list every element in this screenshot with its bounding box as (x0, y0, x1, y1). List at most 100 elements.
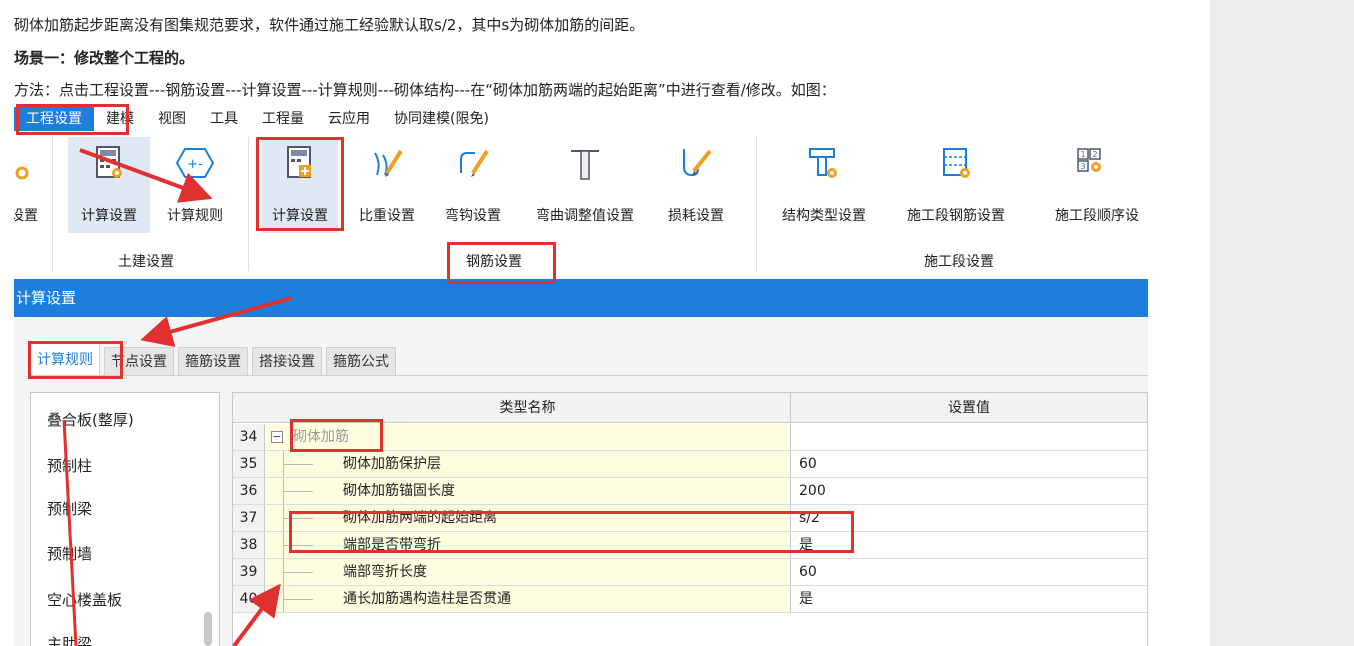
tab-bar: 计算规则 节点设置 箍筋设置 搭接设置 箍筋公式 (30, 343, 400, 375)
ribbon-toolbar: 设置 计算设置 +- 计算规则 土建设置 计算设置 比重设置 弯钩设置 弯曲调整… (14, 131, 1148, 279)
setting-name: 端部弯折长度 (343, 564, 427, 580)
partial-settings-label: 设置 (14, 208, 38, 224)
setting-name: 通长加筋遇构造柱是否贯通 (343, 591, 511, 607)
table-row-group[interactable]: 34 − 砌体加筋 (233, 424, 1147, 451)
list-item[interactable]: 空心楼盖板 (47, 589, 122, 610)
seg-order-button[interactable]: 1 2 3 施工段顺序设 (1032, 137, 1148, 233)
row-number: 40 (233, 586, 265, 612)
name-cell: 端部弯折长度 (265, 559, 791, 585)
menu-tools[interactable]: 工具 (198, 107, 250, 131)
tujian-calc-settings-button[interactable]: 计算设置 (68, 137, 150, 233)
setting-value[interactable]: 是 (791, 586, 1147, 612)
rebar-calculator-icon (278, 141, 322, 185)
menubar: 工程设置 建模 视图 工具 工程量 云应用 协同建模(限免) (14, 107, 501, 131)
seg-order-label: 施工段顺序设 (1055, 208, 1139, 224)
menu-view[interactable]: 视图 (146, 107, 198, 131)
doc-scenario-heading: 场景一：修改整个工程的。 (14, 49, 195, 67)
setting-value[interactable]: 60 (791, 559, 1147, 585)
name-cell: 端部是否带弯折 (265, 532, 791, 558)
dialog-title-bar: 计算设置 (14, 279, 1148, 317)
table-row[interactable]: 39 端部弯折长度 60 (233, 559, 1147, 586)
name-cell: 砌体加筋保护层 (265, 451, 791, 477)
setting-value[interactable]: 是 (791, 532, 1147, 558)
tujian-calc-rules-button[interactable]: +- 计算规则 (154, 137, 236, 233)
seg-rebar-icon (934, 141, 978, 185)
list-item[interactable]: 预制梁 (47, 498, 92, 519)
menu-modeling[interactable]: 建模 (94, 107, 146, 131)
setting-name: 砌体加筋锚固长度 (343, 483, 455, 499)
loss-settings-label: 损耗设置 (668, 208, 724, 224)
table-row[interactable]: 37 砌体加筋两端的起始距离 s/2 (233, 505, 1147, 532)
screenshot-root: 砌体加筋起步距离没有图集规范要求，软件通过施工经验默认取s/2，其中s为砌体加筋… (0, 0, 1354, 646)
tab-calc-rules[interactable]: 计算规则 (30, 343, 100, 375)
calculator-settings-icon (87, 141, 131, 185)
bend-adjust-label: 弯曲调整值设置 (536, 208, 634, 224)
tab-divider (30, 375, 1148, 376)
group-value-cell (791, 424, 1147, 450)
tab-stirrup-settings[interactable]: 箍筋设置 (178, 347, 248, 375)
table-row[interactable]: 35 砌体加筋保护层 60 (233, 451, 1147, 478)
seg-rebar-button[interactable]: 施工段钢筋设置 (890, 137, 1022, 233)
rebar-calc-settings-label: 计算设置 (272, 208, 328, 224)
row-number: 36 (233, 478, 265, 504)
menu-cloud-apps[interactable]: 云应用 (316, 107, 382, 131)
doc-paragraph-1: 砌体加筋起步距离没有图集规范要求，软件通过施工经验默认取s/2，其中s为砌体加筋… (14, 16, 645, 34)
table-row[interactable]: 38 端部是否带弯折 是 (233, 532, 1147, 559)
right-side-panel (1210, 0, 1354, 646)
table-row[interactable]: 40 通长加筋遇构造柱是否贯通 是 (233, 586, 1147, 613)
calc-rules-icon: +- (173, 141, 217, 185)
list-item[interactable]: 叠合板(整厚) (47, 409, 134, 430)
setting-name: 砌体加筋两端的起始距离 (343, 510, 497, 526)
name-cell: 通长加筋遇构造柱是否贯通 (265, 586, 791, 612)
collapse-icon[interactable]: − (271, 431, 283, 443)
setting-name: 砌体加筋保护层 (343, 456, 441, 472)
seg-order-icon: 1 2 3 (1070, 141, 1114, 185)
rebar-group-label: 钢筋设置 (466, 254, 522, 270)
group-name: 砌体加筋 (293, 429, 349, 445)
settings-grid: 类型名称 设置值 34 − 砌体加筋 35 砌体加筋保护层 60 36 砌体加筋… (232, 392, 1148, 646)
rebar-calc-settings-button[interactable]: 计算设置 (262, 137, 338, 233)
row-number: 34 (233, 424, 265, 450)
menu-project-settings[interactable]: 工程设置 (14, 107, 94, 131)
hook-settings-button[interactable]: 弯钩设置 (434, 137, 512, 233)
struct-type-button[interactable]: 结构类型设置 (768, 137, 880, 233)
tab-node-settings[interactable]: 节点设置 (104, 347, 174, 375)
svg-text:+-: +- (187, 157, 203, 172)
struct-type-label: 结构类型设置 (782, 208, 866, 224)
tujian-group-label: 土建设置 (118, 254, 174, 270)
partial-settings-button[interactable]: 设置 (14, 137, 38, 233)
group-name-cell: − 砌体加筋 (265, 424, 791, 450)
table-row[interactable]: 36 砌体加筋锚固长度 200 (233, 478, 1147, 505)
menu-quantities[interactable]: 工程量 (250, 107, 316, 131)
name-cell: 砌体加筋锚固长度 (265, 478, 791, 504)
column-header-value: 设置值 (948, 400, 990, 416)
loss-settings-icon (674, 141, 718, 185)
category-list: 叠合板(整厚) 预制柱 预制梁 预制墙 空心楼盖板 主肋梁 (30, 392, 220, 646)
list-item[interactable]: 主肋梁 (47, 633, 92, 646)
row-number: 35 (233, 451, 265, 477)
setting-value[interactable]: 60 (791, 451, 1147, 477)
weight-settings-label: 比重设置 (359, 208, 415, 224)
seg-rebar-label: 施工段钢筋设置 (907, 208, 1005, 224)
setting-name: 端部是否带弯折 (343, 537, 441, 553)
list-item[interactable]: 预制柱 (47, 455, 92, 476)
struct-type-icon (802, 141, 846, 185)
row-number: 38 (233, 532, 265, 558)
loss-settings-button[interactable]: 损耗设置 (656, 137, 736, 233)
hook-settings-icon (451, 141, 495, 185)
tab-lap-settings[interactable]: 搭接设置 (252, 347, 322, 375)
setting-value[interactable]: s/2 (791, 505, 1147, 531)
tab-stirrup-formula[interactable]: 箍筋公式 (326, 347, 396, 375)
bend-adjust-button[interactable]: 弯曲调整值设置 (520, 137, 650, 233)
category-list-scrollbar[interactable] (204, 612, 212, 646)
weight-settings-icon (365, 141, 409, 185)
menu-collab-modeling[interactable]: 协同建模(限免) (382, 107, 501, 131)
setting-value[interactable]: 200 (791, 478, 1147, 504)
svg-text:3: 3 (1080, 162, 1085, 171)
segment-group-label: 施工段设置 (924, 254, 994, 270)
list-item[interactable]: 预制墙 (47, 543, 92, 564)
weight-settings-button[interactable]: 比重设置 (348, 137, 426, 233)
tujian-calc-rules-label: 计算规则 (167, 208, 223, 224)
bend-adjust-icon (563, 141, 607, 185)
doc-method-text: 方法：点击工程设置---钢筋设置---计算设置---计算规则---砌体结构---… (14, 81, 836, 99)
